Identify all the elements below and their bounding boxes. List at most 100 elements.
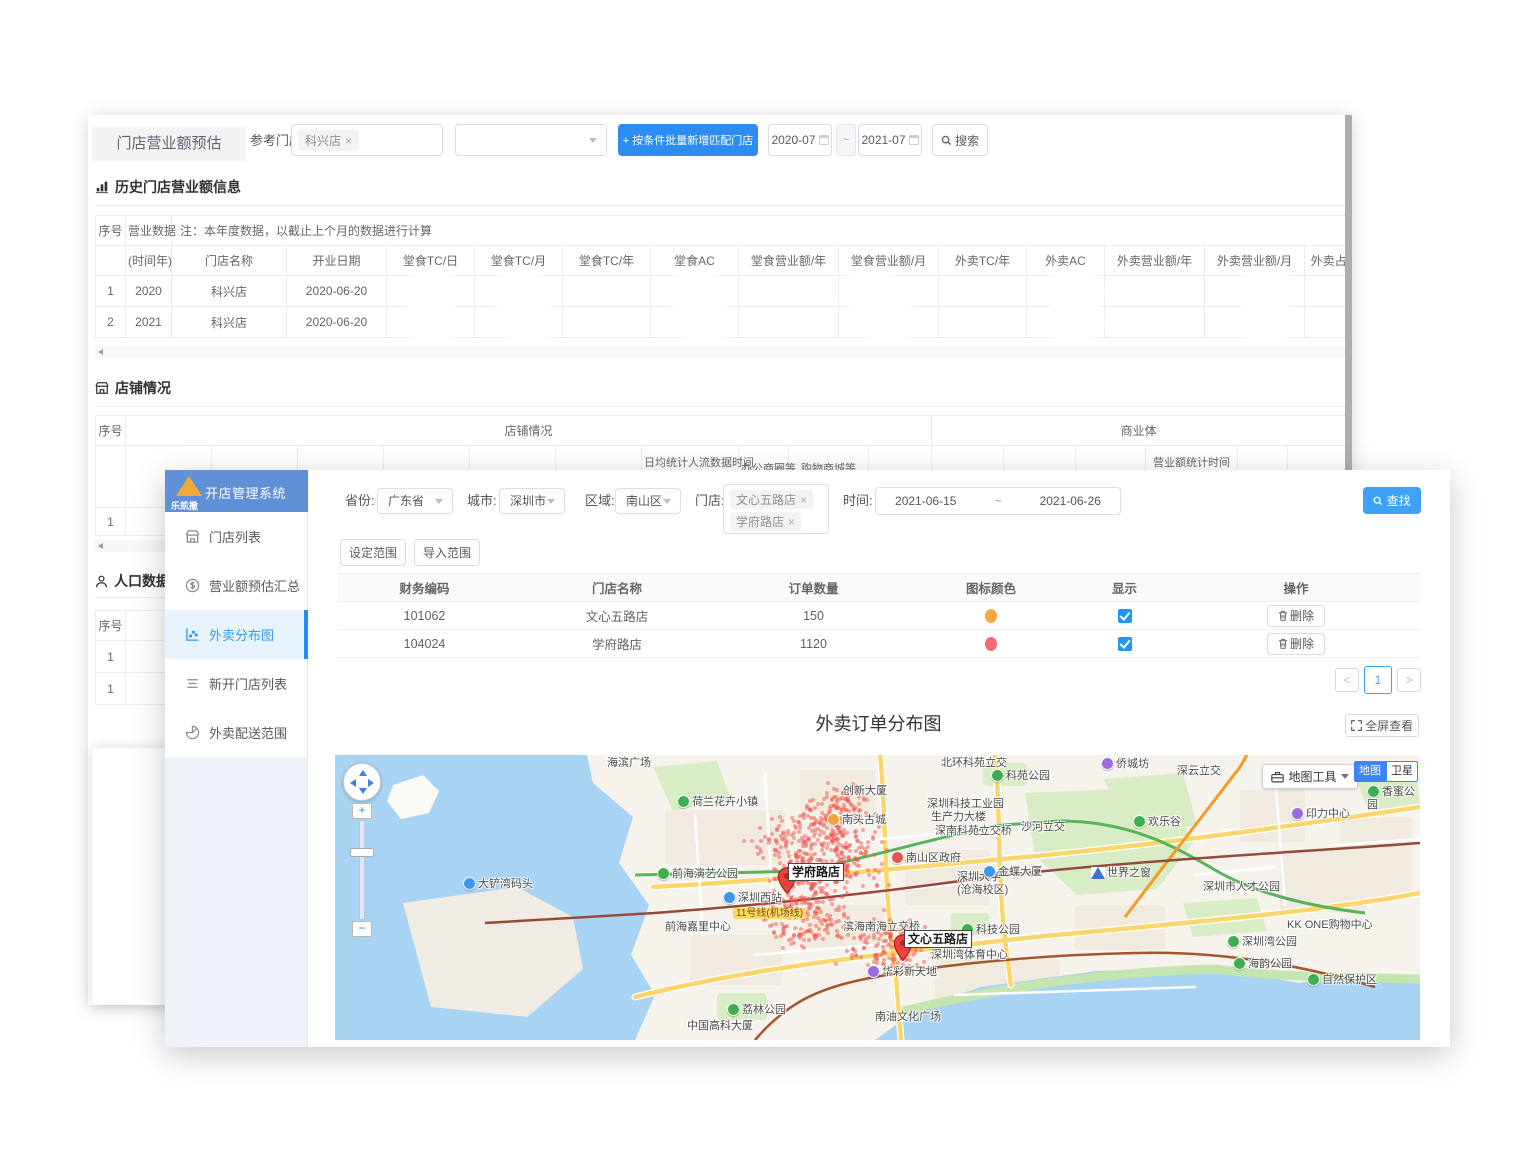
delete-button[interactable]: 删除: [1267, 633, 1325, 655]
ref-store-input[interactable]: 科兴店×: [291, 124, 443, 156]
pan-left-icon[interactable]: [350, 779, 356, 787]
zoom-in-button[interactable]: +: [352, 803, 372, 819]
chevron-down-icon: [1341, 774, 1349, 779]
map-tools-button[interactable]: 地图工具: [1262, 764, 1358, 789]
end-month-input[interactable]: 2021-07: [858, 124, 922, 156]
chevron-down-icon: [663, 499, 671, 504]
population-section-title: 人口数据: [95, 571, 170, 591]
map-pan-control[interactable]: [343, 763, 381, 801]
col-icon-color: 图标颜色: [905, 574, 1077, 602]
store-marker[interactable]: 学府路店: [777, 867, 797, 900]
province-select[interactable]: 广东省: [377, 488, 453, 514]
cell: 科兴店: [172, 276, 287, 307]
range-separator: ~: [994, 494, 1001, 508]
visible-checkbox[interactable]: [1118, 637, 1132, 651]
pan-up-icon[interactable]: [359, 770, 367, 776]
cell-icon-color: [905, 630, 1077, 658]
fullscreen-button[interactable]: 全屏查看: [1345, 714, 1419, 737]
col-finance-code: 财务编码: [337, 574, 512, 602]
end-date: 2021-06-26: [1040, 494, 1101, 508]
cell: 1: [96, 641, 126, 673]
city-select[interactable]: 深圳市: [499, 488, 565, 514]
sidebar-header: 乐凯撒 开店管理系统: [165, 470, 308, 512]
history-table: 序号 营业数据 注：本年度数据，以截止上个月的数据进行计算 (时间年) 门店名称…: [95, 215, 1345, 338]
delete-button[interactable]: 删除: [1267, 605, 1325, 627]
col: 堂食营业额/年: [739, 246, 839, 276]
start-month-input[interactable]: 2020-07: [768, 124, 832, 156]
store-marker[interactable]: 文心五路店: [893, 934, 913, 967]
zoom-out-button[interactable]: −: [352, 921, 372, 937]
remove-tag-icon[interactable]: ×: [345, 134, 352, 148]
calendar-icon: [909, 135, 919, 145]
set-range-button[interactable]: 设定范围: [340, 539, 406, 566]
delivery-map[interactable]: 海滨广场大铲湾码头深圳西站11号线(机场线)荷兰花卉小镇前海演艺公园前海嘉里中心…: [335, 755, 1420, 1040]
ref-store-tag: 科兴店×: [298, 130, 359, 151]
search-icon: [941, 135, 952, 146]
layer-satellite-button[interactable]: 卫星: [1386, 761, 1418, 782]
col-order-count: 订单数量: [722, 574, 905, 602]
cell: [1305, 307, 1346, 338]
app-title: 开店管理系统: [205, 483, 286, 502]
date-range-input[interactable]: 2021-06-15 ~ 2021-06-26: [875, 487, 1121, 515]
table-row: 101062 文心五路店 150 删除: [337, 602, 1420, 630]
pan-right-icon[interactable]: [368, 779, 374, 787]
cell: 科兴店: [172, 307, 287, 338]
col-empty: [96, 246, 126, 276]
layer-map-button[interactable]: 地图: [1354, 761, 1386, 782]
find-button[interactable]: 查找: [1363, 487, 1421, 514]
cell: [739, 307, 839, 338]
col-seq: 序号: [96, 611, 126, 641]
store-multiselect[interactable]: 文心五路店× 学府路店×: [723, 484, 829, 534]
cell-actions: 删除: [1172, 630, 1420, 658]
sidebar-item-new-store-list[interactable]: 新开门店列表: [165, 659, 308, 708]
cell-actions: 删除: [1172, 602, 1420, 630]
sidebar-item-store-list[interactable]: 门店列表: [165, 512, 308, 561]
briefcase-icon: [1271, 771, 1284, 783]
sidebar-item-revenue-summary[interactable]: 营业额预估汇总: [165, 561, 308, 610]
cell: [939, 307, 1027, 338]
col-seq: 序号: [96, 216, 126, 246]
cell: 2020-06-20: [287, 307, 387, 338]
col-store-name: 门店名称: [172, 246, 287, 276]
remove-tag-icon[interactable]: ×: [788, 515, 795, 529]
zoom-track[interactable]: [359, 820, 365, 920]
scroll-left-icon[interactable]: [98, 543, 103, 549]
scroll-left-icon[interactable]: [98, 349, 103, 355]
date-range-separator: ~: [836, 124, 856, 156]
col-store-name: 门店名称: [512, 574, 722, 602]
page-1-button[interactable]: 1: [1364, 666, 1392, 694]
next-page-button[interactable]: >: [1397, 668, 1421, 692]
district-select[interactable]: 南山区: [615, 488, 681, 514]
group-commercial: 商业体: [932, 416, 1345, 446]
cell-store-name: 文心五路店: [512, 602, 722, 630]
sidebar-item-delivery-range[interactable]: 外卖配送范围: [165, 708, 308, 757]
map-layer-toggle: 地图 卫星: [1354, 761, 1418, 782]
table-row: 104024 学府路店 1120 删除: [337, 630, 1420, 658]
remove-tag-icon[interactable]: ×: [800, 493, 807, 507]
zoom-slider-handle[interactable]: [350, 848, 374, 857]
pan-down-icon[interactable]: [359, 788, 367, 794]
cell: [1305, 276, 1346, 307]
screen: 门店营业额预估 参考门店: 科兴店× + 按条件批量新增匹配门店 2020-07…: [0, 0, 1532, 1150]
sidebar-item-delivery-map[interactable]: 外卖分布图: [165, 610, 308, 659]
province-label: 省份:: [345, 488, 375, 514]
visible-checkbox[interactable]: [1118, 609, 1132, 623]
sidebar-item-label: 外卖配送范围: [209, 723, 287, 742]
sidebar-item-label: 新开门店列表: [209, 674, 287, 693]
sidebar-item-label: 营业额预估汇总: [209, 576, 300, 595]
search-button[interactable]: 搜索: [932, 124, 988, 156]
col-year: (时间年): [126, 246, 172, 276]
tab-revenue-forecast[interactable]: 门店营业额预估: [92, 127, 246, 161]
import-range-button[interactable]: 导入范围: [414, 539, 480, 566]
batch-add-stores-button[interactable]: + 按条件批量新增匹配门店: [618, 124, 758, 156]
cell: 1: [96, 673, 126, 705]
prev-page-button[interactable]: <: [1335, 668, 1359, 692]
match-store-select[interactable]: [455, 124, 607, 156]
city-label: 城市:: [467, 488, 497, 514]
list-icon: [185, 676, 200, 691]
trash-icon: [1278, 610, 1288, 621]
col: 外卖TC/年: [939, 246, 1027, 276]
color-dot: [985, 637, 997, 651]
horizontal-scrollbar[interactable]: [95, 346, 1345, 358]
col-bizdata: 营业数据: [126, 216, 172, 246]
